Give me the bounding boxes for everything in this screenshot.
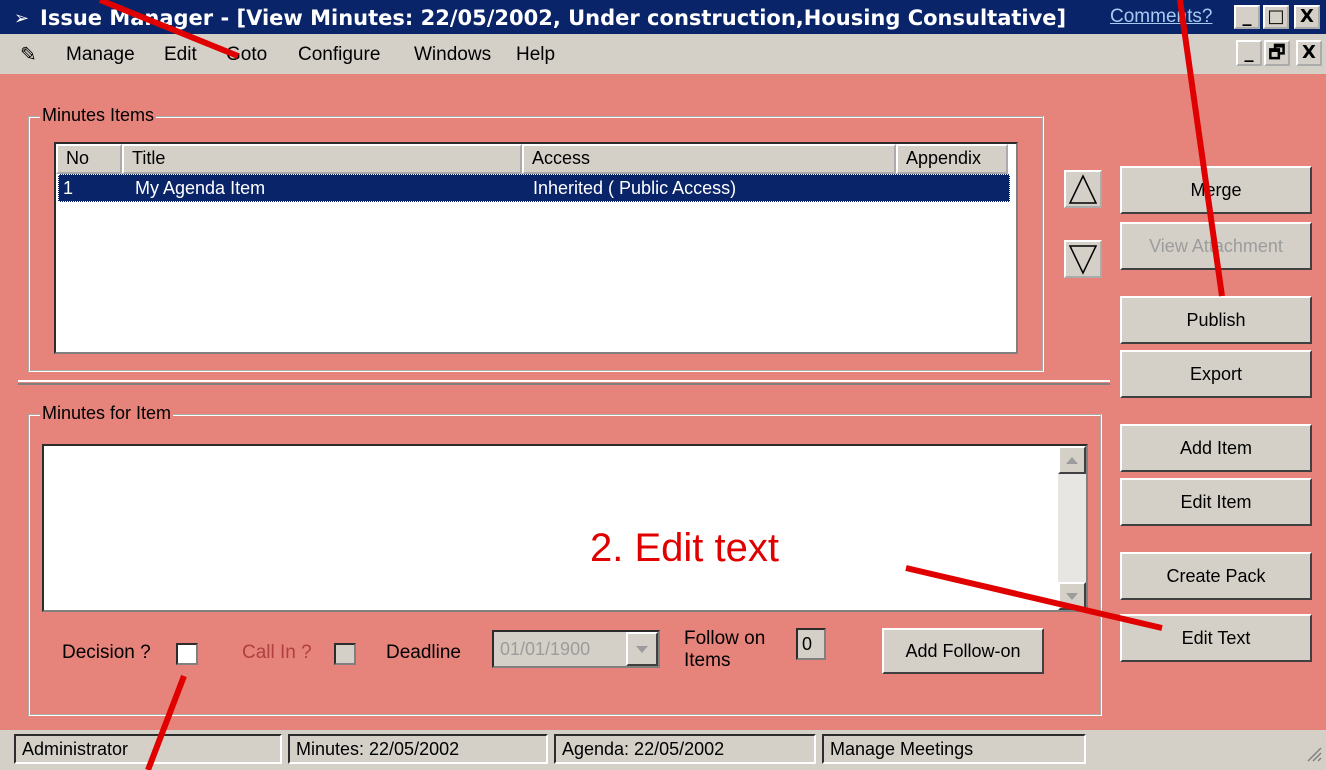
annotation-arrow-decision xyxy=(145,674,187,770)
annotation-edit-text: 2. Edit text xyxy=(590,526,779,570)
annotation-arrow-goto xyxy=(98,0,240,59)
annotation-arrows xyxy=(98,0,1225,770)
annotation-arrow-edit-text xyxy=(905,565,1163,631)
annotation-arrow-publish xyxy=(1177,0,1225,297)
